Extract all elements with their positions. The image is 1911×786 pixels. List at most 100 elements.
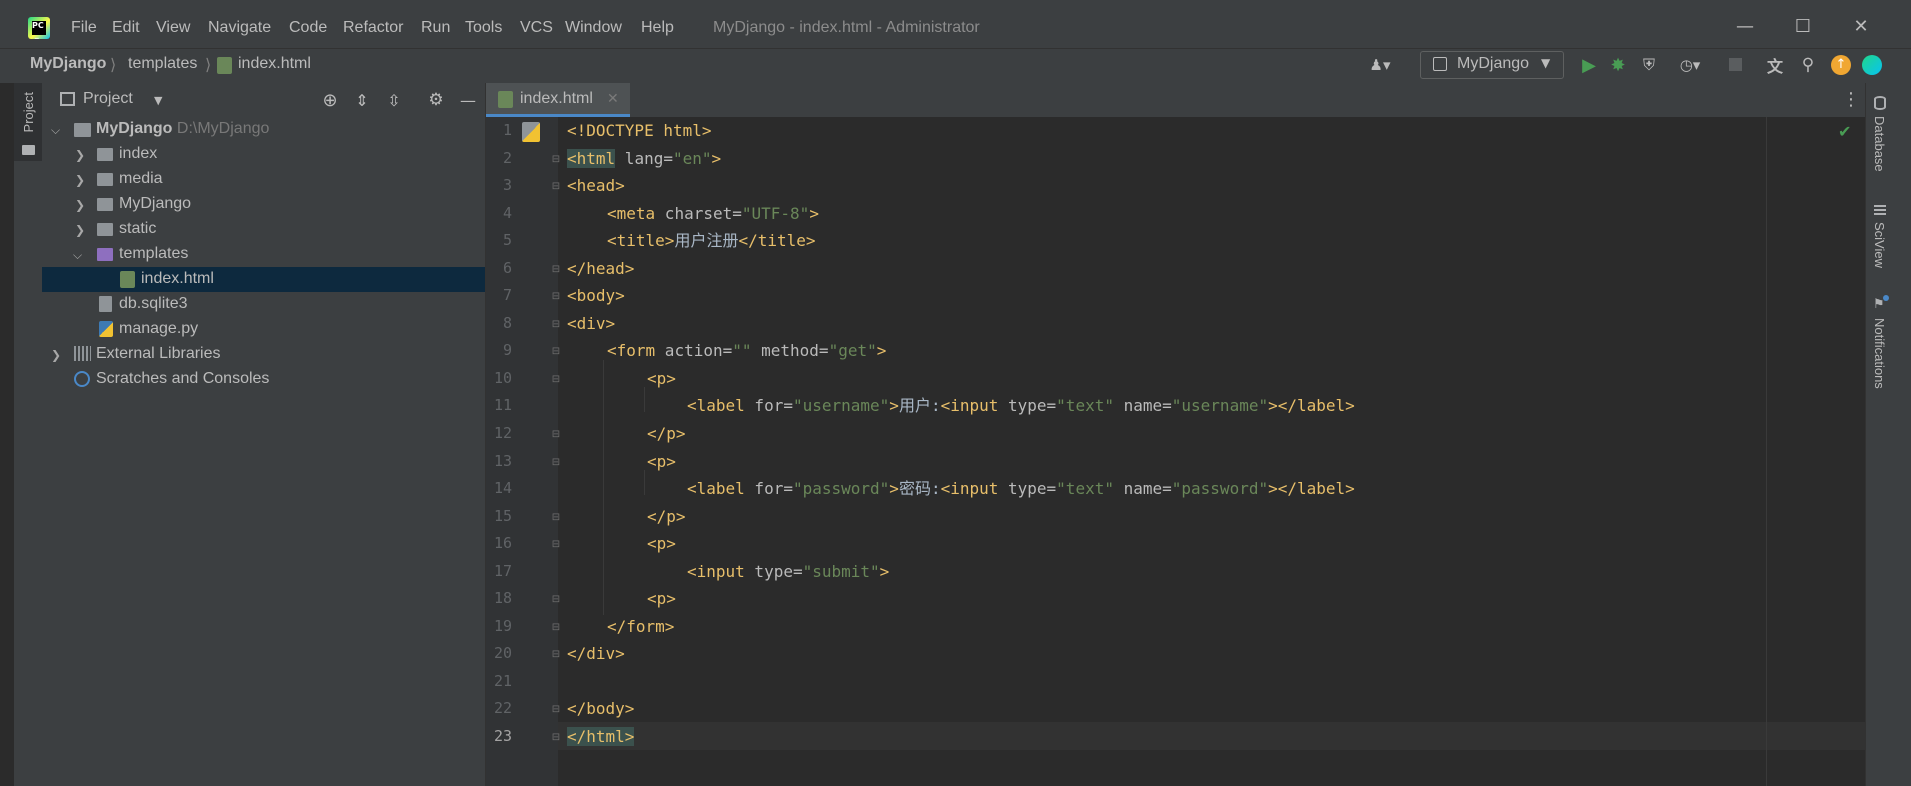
fold-marker-icon[interactable]: ⊟	[550, 181, 562, 193]
sciview-tool-tab[interactable]: SciView	[1872, 222, 1887, 268]
fold-marker-icon[interactable]: ⊟	[550, 346, 562, 358]
tree-item-db-sqlite3[interactable]: db.sqlite3	[119, 295, 188, 313]
chevron-down-icon[interactable]: ⌵	[51, 123, 60, 138]
fold-marker-icon[interactable]: ⊟	[550, 594, 562, 606]
code-token: </head>	[567, 259, 635, 278]
fold-marker-icon[interactable]: ⊟	[550, 457, 562, 469]
fold-marker-icon[interactable]: ⊟	[550, 622, 562, 634]
fold-marker-icon[interactable]: ⊟	[550, 264, 562, 276]
library-icon	[74, 346, 91, 361]
line-number: 21	[493, 672, 512, 690]
folder-icon	[97, 223, 113, 236]
code-line-17: <input type="submit">	[687, 562, 889, 582]
folder-icon	[97, 148, 113, 161]
jetbrains-ai-icon[interactable]	[1862, 55, 1882, 75]
code-token: </html>	[567, 727, 635, 746]
database-tool-tab[interactable]: Database	[1872, 116, 1887, 172]
fold-marker-icon[interactable]: ⊟	[550, 429, 562, 441]
tree-selection-highlight	[42, 267, 485, 292]
chevron-down-icon[interactable]: ⌵	[73, 248, 82, 263]
translate-icon[interactable]: 文	[1764, 54, 1786, 76]
fold-marker-icon[interactable]: ⊟	[550, 374, 562, 386]
line-number: 17	[493, 562, 512, 580]
menu-navigate[interactable]: Navigate	[208, 19, 271, 37]
fold-marker-icon[interactable]: ⊟	[550, 704, 562, 716]
menu-refactor[interactable]: Refactor	[343, 19, 403, 37]
menu-run[interactable]: Run	[421, 19, 450, 37]
tree-item-index-html[interactable]: index.html	[141, 270, 214, 288]
code-token: <head>	[567, 176, 625, 195]
code-token: "submit"	[802, 562, 880, 581]
menu-window[interactable]: Window	[565, 19, 622, 37]
menu-vcs[interactable]: VCS	[520, 19, 553, 37]
notification-badge	[1883, 295, 1889, 301]
breadcrumb-templates[interactable]: templates	[128, 55, 197, 73]
fold-marker-icon[interactable]: ⊟	[550, 154, 562, 166]
templates-folder-icon	[97, 248, 113, 261]
menu-help[interactable]: Help	[641, 19, 674, 37]
stop-icon[interactable]	[1729, 58, 1742, 71]
project-root-path: D:\MyDjango	[176, 120, 270, 137]
menu-edit[interactable]: Edit	[112, 19, 140, 37]
line-number: 2	[502, 149, 512, 167]
menu-tools[interactable]: Tools	[465, 19, 502, 37]
tree-item-external-libraries[interactable]: External Libraries	[96, 345, 221, 363]
project-panel-title[interactable]: Project	[83, 90, 133, 108]
fold-marker-icon[interactable]: ⊟	[550, 291, 562, 303]
code-line-10: <p>	[647, 369, 676, 389]
breadcrumb-separator-icon: ⟩	[110, 57, 117, 74]
menu-file[interactable]: File	[71, 19, 97, 37]
code-token: </p>	[647, 424, 686, 443]
code-token: "text"	[1056, 479, 1114, 498]
menu-code[interactable]: Code	[289, 19, 327, 37]
tree-item-manage-py[interactable]: manage.py	[119, 320, 198, 338]
fold-marker-icon[interactable]: ⊟	[550, 732, 562, 744]
search-icon[interactable]: ⚲	[1797, 54, 1819, 76]
fold-marker-icon[interactable]: ⊟	[550, 319, 562, 331]
notifications-tool-tab[interactable]: Notifications	[1872, 318, 1887, 389]
hide-panel-icon[interactable]: —	[457, 89, 479, 111]
code-token: "text"	[1056, 396, 1114, 415]
breadcrumb-project[interactable]: MyDjango	[30, 55, 106, 73]
code-token: <!DOCTYPE html>	[567, 121, 712, 140]
run-icon[interactable]: ▶	[1578, 54, 1600, 76]
expand-all-icon[interactable]: ⇕	[351, 89, 373, 111]
chevron-right-icon[interactable]: ❯	[75, 148, 85, 162]
minimize-icon[interactable]: —	[1732, 14, 1758, 40]
breadcrumb-file[interactable]: index.html	[238, 55, 311, 73]
close-tab-icon[interactable]: ✕	[607, 91, 619, 107]
code-line-23: </html>	[567, 727, 635, 747]
code-line-8: <div>	[567, 314, 615, 334]
code-line-14: <label for="password">密码:<input type="te…	[687, 479, 1355, 499]
tree-item-mydjango[interactable]: MyDjango	[119, 195, 191, 213]
inspection-ok-icon[interactable]: ✔	[1838, 122, 1851, 141]
fold-marker-icon[interactable]: ⊟	[550, 512, 562, 524]
tree-item-media[interactable]: media	[119, 170, 163, 188]
tree-item-scratches[interactable]: Scratches and Consoles	[96, 370, 269, 388]
update-icon[interactable]: ↑	[1831, 55, 1851, 75]
maximize-icon[interactable]: ☐	[1790, 14, 1816, 40]
tree-item-index[interactable]: index	[119, 145, 157, 163]
menu-view[interactable]: View	[156, 19, 190, 37]
tree-item-static[interactable]: static	[119, 220, 156, 238]
fold-marker-icon[interactable]: ⊟	[550, 539, 562, 551]
chevron-right-icon[interactable]: ❯	[75, 198, 85, 212]
gear-icon[interactable]: ⚙	[425, 89, 447, 111]
tree-item-project-root[interactable]: MyDjango D:\MyDjango	[96, 120, 269, 138]
collapse-all-icon[interactable]: ⇳	[383, 89, 405, 111]
close-icon[interactable]: ✕	[1848, 14, 1874, 40]
user-dropdown-icon[interactable]: ♟▾	[1364, 54, 1396, 76]
chevron-right-icon[interactable]: ❯	[75, 223, 85, 237]
tree-item-templates[interactable]: templates	[119, 245, 188, 263]
fold-marker-icon[interactable]: ⊟	[550, 649, 562, 661]
debug-icon[interactable]: ✸	[1607, 54, 1629, 76]
code-token: </body>	[567, 699, 635, 718]
locate-icon[interactable]: ⊕	[319, 89, 341, 111]
more-options-icon[interactable]: ⋮	[1842, 89, 1860, 110]
profile-dropdown-icon[interactable]: ◷▾	[1672, 54, 1708, 76]
chevron-right-icon[interactable]: ❯	[51, 348, 61, 362]
chevron-right-icon[interactable]: ❯	[75, 173, 85, 187]
chevron-down-icon[interactable]: ▼	[154, 94, 162, 107]
line-number: 7	[502, 286, 512, 304]
coverage-icon[interactable]: ⛨	[1638, 54, 1660, 76]
